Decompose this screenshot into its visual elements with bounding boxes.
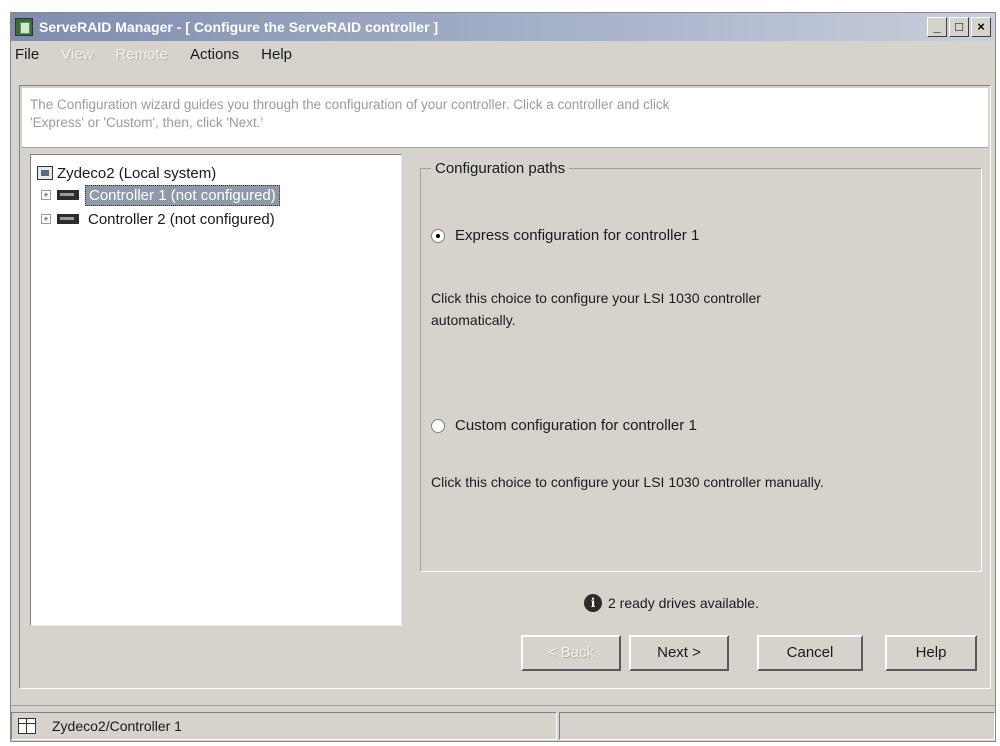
tree-root-label: Zydeco2 (Local system) — [57, 164, 217, 182]
menu-file[interactable]: File — [15, 46, 39, 63]
status-bar: Zydeco2/Controller 1 — [11, 705, 995, 743]
custom-label: Custom configuration for controller 1 — [455, 417, 697, 434]
group-title: Configuration paths — [431, 160, 570, 177]
maximize-button[interactable]: □ — [949, 17, 969, 37]
help-button[interactable]: Help — [885, 635, 977, 671]
cancel-button[interactable]: Cancel — [757, 635, 863, 671]
instructions-line-1: The Configuration wizard guides you thro… — [30, 97, 670, 112]
expand-icon[interactable]: + — [41, 214, 51, 224]
express-label: Express configuration for controller 1 — [455, 227, 700, 244]
title-bar[interactable]: ServeRAID Manager - [ Configure the Serv… — [11, 13, 995, 41]
tree-item-label: Controller 2 (not configured) — [88, 210, 275, 228]
express-radio[interactable] — [431, 228, 445, 243]
custom-description: Click this choice to configure your LSI … — [431, 474, 824, 490]
controller-icon — [57, 214, 79, 224]
tree-root[interactable]: Zydeco2 (Local system) — [37, 163, 216, 183]
window-title: ServeRAID Manager - [ Configure the Serv… — [39, 19, 439, 35]
drives-info: i 2 ready drives available. — [584, 594, 759, 612]
next-button[interactable]: Next > — [629, 635, 729, 671]
serveraid-manager-window: ServeRAID Manager - [ Configure the Serv… — [10, 12, 996, 742]
wizard-frame: The Configuration wizard guides you thro… — [19, 85, 991, 689]
express-desc-line-2: automatically. — [431, 312, 516, 328]
custom-radio[interactable] — [431, 418, 445, 433]
instructions-line-2: 'Express' or 'Custom', then, click 'Next… — [30, 115, 264, 130]
wizard-instructions: The Configuration wizard guides you thro… — [22, 88, 988, 148]
status-empty-cell — [559, 712, 995, 740]
menu-remote: Remote — [115, 45, 168, 63]
status-path-cell: Zydeco2/Controller 1 — [11, 712, 557, 740]
tree-item-controller-2[interactable]: + Controller 2 (not configured) — [41, 209, 275, 229]
configuration-panel: Configuration paths Express configuratio… — [416, 154, 986, 684]
tree-item-label: Controller 1 (not configured) — [85, 184, 280, 206]
status-path: Zydeco2/Controller 1 — [52, 718, 182, 734]
minimize-button[interactable]: _ — [927, 17, 947, 37]
tree-view-icon — [18, 718, 36, 734]
drives-info-text: 2 ready drives available. — [608, 595, 759, 611]
menu-view: View — [61, 45, 94, 63]
expand-icon[interactable]: + — [41, 190, 51, 200]
menu-bar: File View Remote Actions Help — [11, 41, 995, 67]
info-icon: i — [584, 594, 602, 612]
menu-help[interactable]: Help — [261, 46, 292, 63]
back-button: < Back — [521, 635, 621, 671]
controller-tree[interactable]: Zydeco2 (Local system) + Controller 1 (n… — [30, 154, 402, 626]
express-description: Click this choice to configure your LSI … — [431, 287, 761, 331]
express-desc-line-1: Click this choice to configure your LSI … — [431, 290, 761, 306]
system-icon — [37, 166, 53, 180]
configuration-paths-group: Configuration paths Express configuratio… — [420, 160, 982, 572]
menu-actions[interactable]: Actions — [190, 46, 239, 63]
express-option[interactable]: Express configuration for controller 1 — [431, 227, 699, 244]
app-icon — [15, 18, 33, 36]
custom-option[interactable]: Custom configuration for controller 1 — [431, 417, 697, 434]
tree-item-controller-1[interactable]: + Controller 1 (not configured) — [41, 184, 280, 206]
controller-icon — [57, 190, 79, 200]
close-button[interactable]: × — [971, 17, 991, 37]
window-controls: _ □ × — [927, 17, 991, 37]
